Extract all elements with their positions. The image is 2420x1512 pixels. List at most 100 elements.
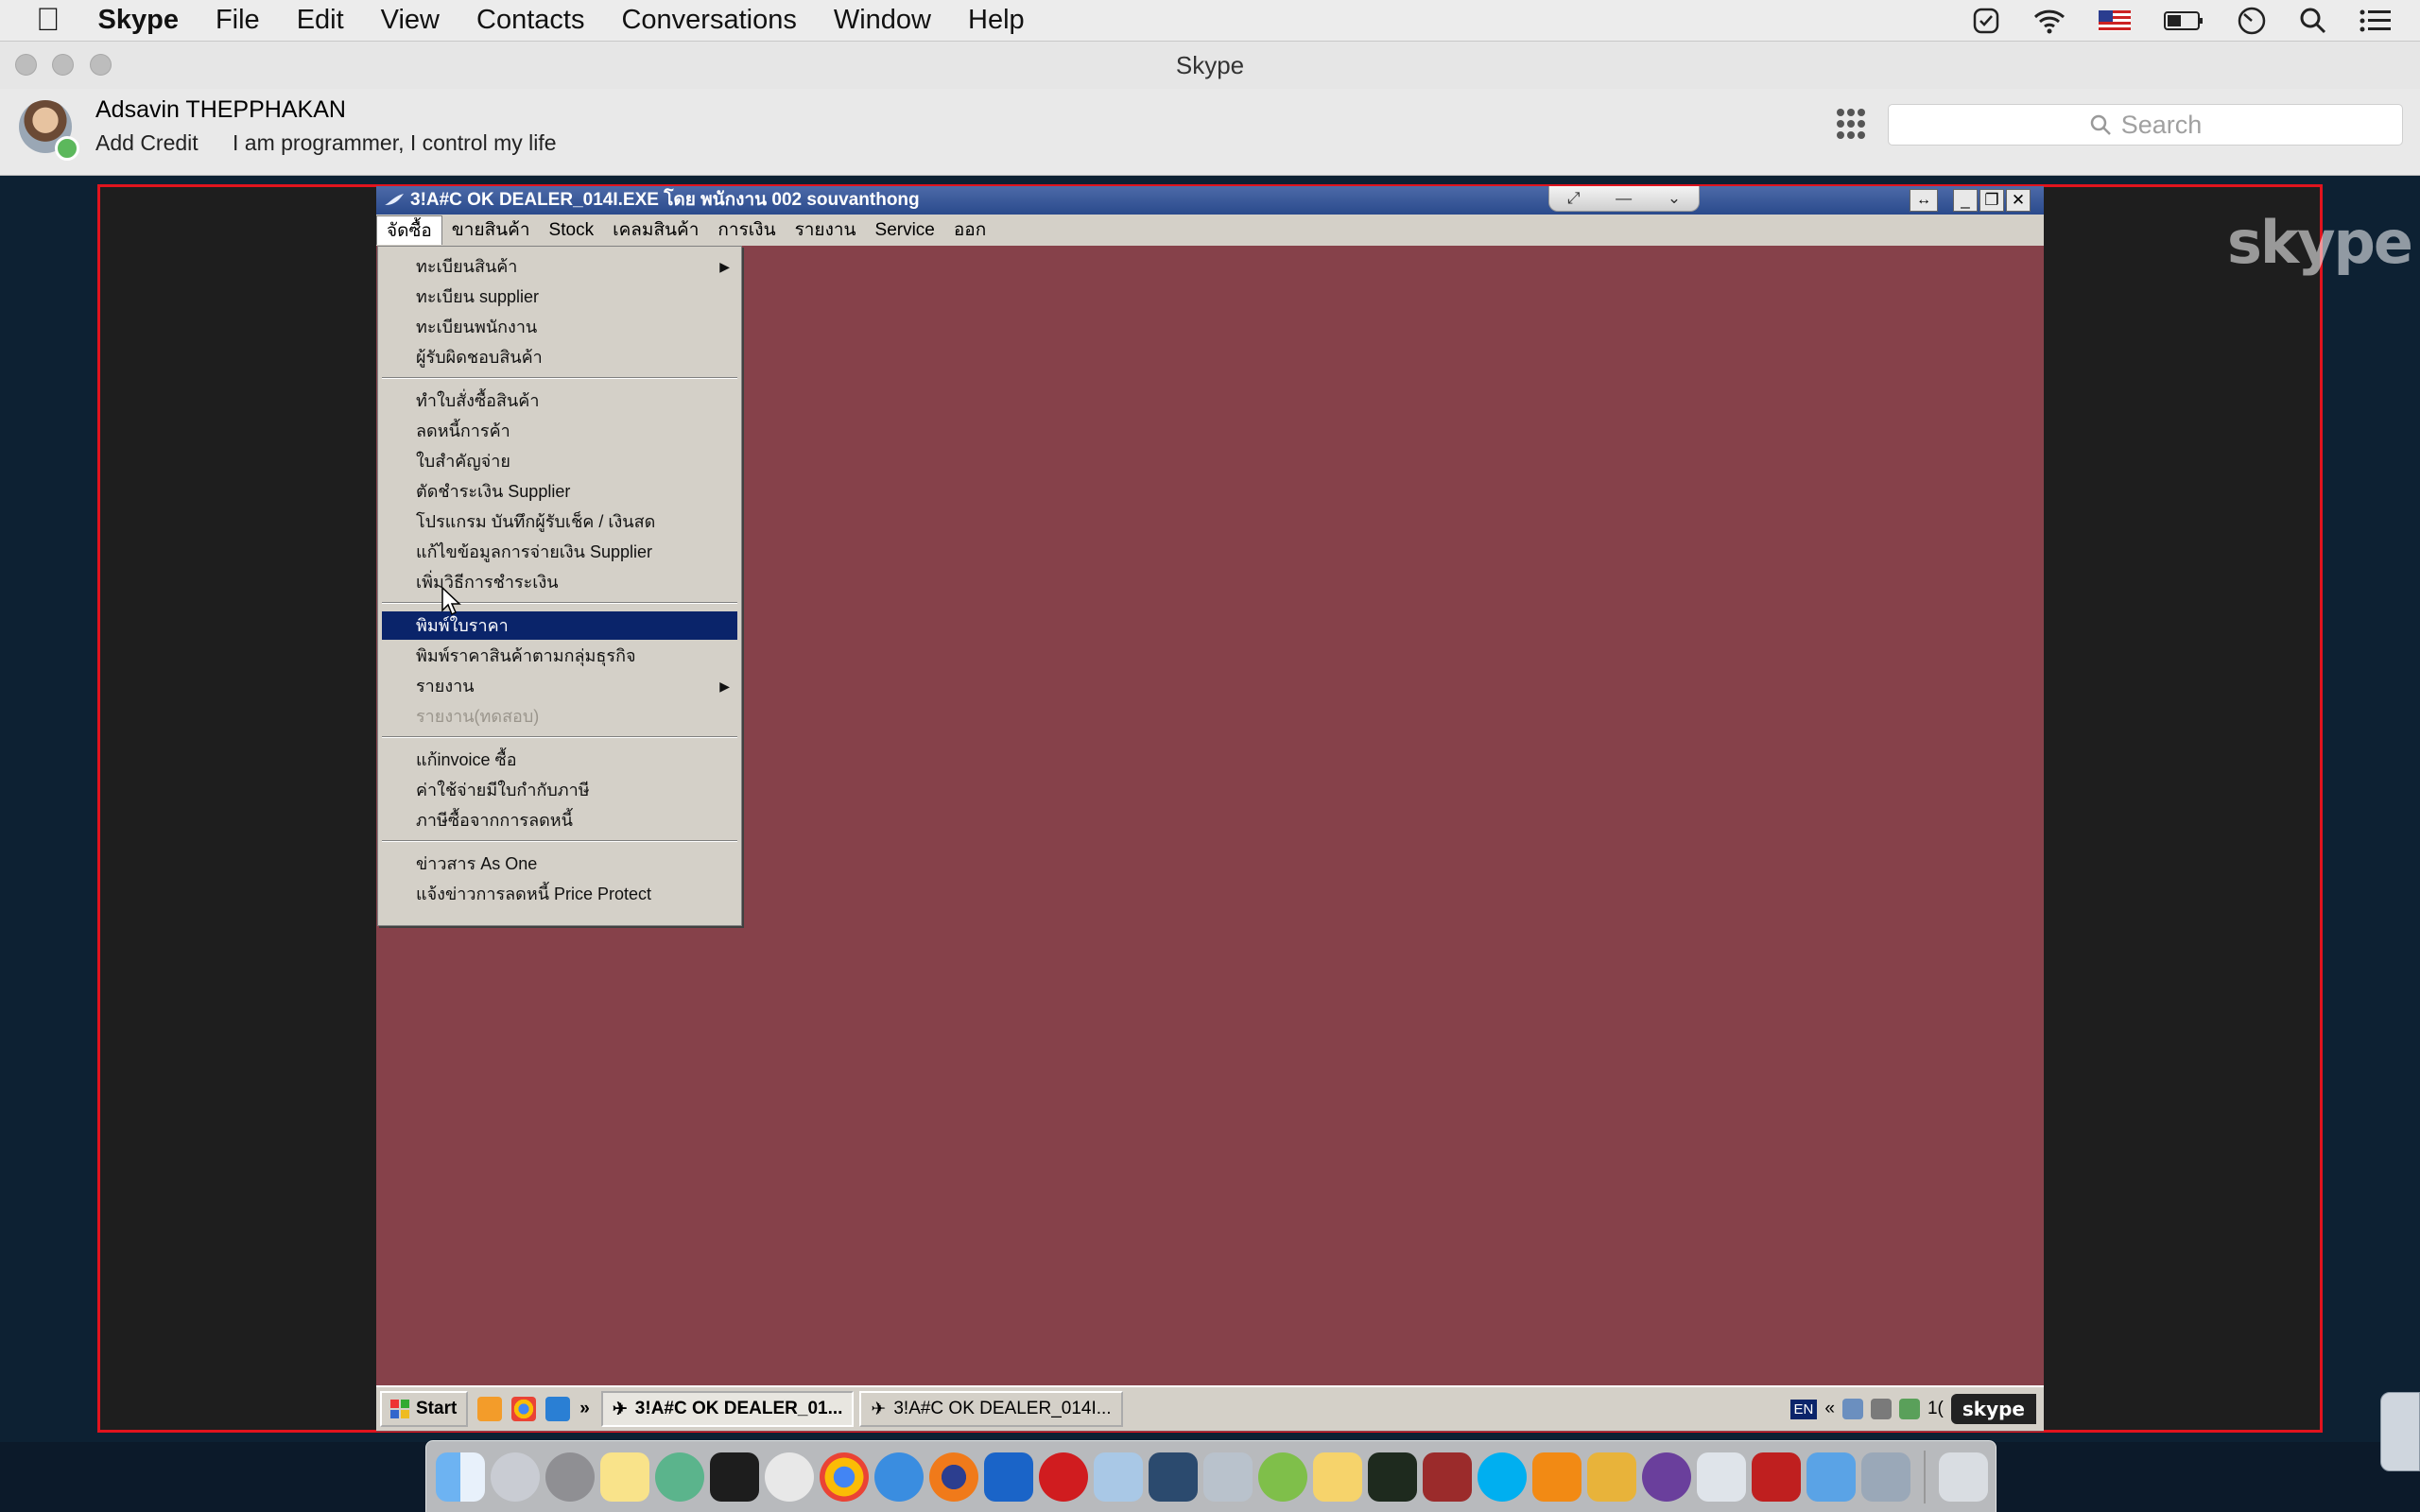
remote-menu-finance[interactable]: การเงิน bbox=[708, 215, 785, 245]
menu-item-edit-supplier-payment[interactable]: แก้ไขข้อมูลการจ่ายเงิน Supplier bbox=[382, 538, 737, 566]
menu-item-check-cash-program[interactable]: โปรแกรม บันทึกผู้รับเช็ค / เงินสด bbox=[382, 507, 737, 536]
clock-icon[interactable] bbox=[2237, 6, 2267, 36]
menu-item-supplier-payment[interactable]: ตัดชำระเงิน Supplier bbox=[382, 477, 737, 506]
tray-device-icon[interactable] bbox=[1870, 1399, 1892, 1419]
quicklaunch-chrome-icon[interactable] bbox=[511, 1397, 537, 1421]
remote-menu-claim[interactable]: เคลมสินค้า bbox=[603, 215, 708, 245]
tray-app-icon[interactable] bbox=[1898, 1399, 1920, 1419]
fullscreen-icon[interactable]: ⤢ bbox=[1567, 189, 1581, 208]
sublime-icon[interactable] bbox=[1587, 1452, 1636, 1502]
remote-close-button[interactable]: ✕ bbox=[2006, 189, 2031, 212]
spotlight-search-icon[interactable] bbox=[2299, 7, 2327, 35]
stickies-icon[interactable] bbox=[1313, 1452, 1362, 1502]
menu-item-edit-purchase-invoice[interactable]: แก้invoice ซื้อ bbox=[382, 746, 737, 774]
remote-restore-button[interactable]: ❐ bbox=[1979, 189, 2004, 212]
menu-item-trade-credit[interactable]: ลดหนี้การค้า bbox=[382, 417, 737, 445]
finder-icon[interactable] bbox=[436, 1452, 485, 1502]
atom-icon[interactable] bbox=[655, 1452, 704, 1502]
chrome-icon[interactable] bbox=[820, 1452, 869, 1502]
tray-network-icon[interactable] bbox=[1841, 1399, 1863, 1419]
vlc-icon[interactable] bbox=[1532, 1452, 1582, 1502]
quicklaunch-more-icon[interactable]: » bbox=[579, 1399, 590, 1419]
menu-item-print-price-by-group[interactable]: พิมพ์ราคาสินค้าตามกลุ่มธุรกิจ bbox=[382, 642, 737, 670]
firefox-icon[interactable] bbox=[929, 1452, 978, 1502]
menu-item-price-protect[interactable]: แจ้งข่าวการลดหนี้ Price Protect bbox=[382, 880, 737, 908]
dictionary-icon[interactable] bbox=[1423, 1452, 1472, 1502]
launchpad-icon[interactable] bbox=[491, 1452, 540, 1502]
mysql-workbench-icon[interactable] bbox=[1149, 1452, 1198, 1502]
add-credit-link[interactable]: Add Credit bbox=[95, 130, 199, 156]
xcode-icon[interactable] bbox=[1806, 1452, 1856, 1502]
quicklaunch-ie-icon[interactable] bbox=[545, 1397, 571, 1421]
trash-icon[interactable] bbox=[1939, 1452, 1988, 1502]
menu-item-add-payment-method[interactable]: เพิ่มวิธีการชำระเงิน bbox=[382, 568, 737, 596]
notification-center-icon[interactable] bbox=[2360, 9, 2392, 33]
resize-horizontal-button[interactable]: ↔ bbox=[1910, 189, 1938, 212]
remote-menu-exit[interactable]: ออก bbox=[944, 215, 995, 245]
search-input[interactable]: Search bbox=[1888, 104, 2403, 146]
notes-icon[interactable] bbox=[600, 1452, 649, 1502]
menu-file[interactable]: File bbox=[216, 5, 260, 36]
mood-message[interactable]: I am programmer, I control my life bbox=[233, 130, 557, 156]
filezilla-icon[interactable] bbox=[1752, 1452, 1801, 1502]
opera-icon[interactable] bbox=[1039, 1452, 1088, 1502]
window-minimize-button[interactable] bbox=[52, 54, 74, 76]
teamviewer-icon[interactable] bbox=[984, 1452, 1033, 1502]
sequel-pro-icon[interactable] bbox=[765, 1452, 814, 1502]
quicklaunch-app-icon[interactable] bbox=[477, 1397, 503, 1421]
remote-minimize-button[interactable]: _ bbox=[1953, 189, 1978, 212]
menu-conversations[interactable]: Conversations bbox=[621, 5, 796, 36]
menu-edit[interactable]: Edit bbox=[297, 5, 344, 36]
wifi-explorer-icon[interactable] bbox=[1697, 1452, 1746, 1502]
menu-item-product-registry[interactable]: ทะเบียนสินค้า ▶ bbox=[382, 252, 737, 281]
menu-view[interactable]: View bbox=[381, 5, 440, 36]
teamviewer-toolbar[interactable]: ⤢ — ⌄ bbox=[1548, 186, 1700, 212]
activity-monitor-icon[interactable] bbox=[1368, 1452, 1417, 1502]
menu-item-employee-registry[interactable]: ทะเบียนพนักงาน bbox=[382, 313, 737, 341]
dialpad-grid-icon[interactable] bbox=[1836, 108, 1866, 140]
remote-menu-stock[interactable]: Stock bbox=[540, 215, 604, 245]
task-check-icon[interactable] bbox=[1972, 7, 2000, 35]
remote-menu-sales[interactable]: ขายสินค้า bbox=[442, 215, 540, 245]
menu-item-purchase-tax-credit[interactable]: ภาษีซื้อจากการลดหนี้ bbox=[382, 806, 737, 834]
database-icon[interactable] bbox=[1203, 1452, 1253, 1502]
minimize-toolbar-icon[interactable]: — bbox=[1616, 189, 1632, 208]
menu-item-purchase-order[interactable]: ทำใบสั่งซื้อสินค้า bbox=[382, 387, 737, 415]
profile-name[interactable]: Adsavin THEPPHAKAN bbox=[95, 96, 346, 124]
window-close-button[interactable] bbox=[15, 54, 37, 76]
menu-item-as-one-news[interactable]: ข่าวสาร As One bbox=[382, 850, 737, 878]
window-zoom-button[interactable] bbox=[90, 54, 112, 76]
menu-help[interactable]: Help bbox=[968, 5, 1025, 36]
virtualbox-icon[interactable] bbox=[1094, 1452, 1143, 1502]
tray-expand-icon[interactable]: « bbox=[1824, 1399, 1835, 1419]
remote-menu-service[interactable]: Service bbox=[866, 215, 944, 245]
menu-item-print-price-list[interactable]: พิมพ์ใบราคา bbox=[382, 611, 737, 640]
github-icon[interactable] bbox=[1642, 1452, 1691, 1502]
apple-menu-icon[interactable]:  bbox=[36, 2, 60, 39]
remote-menu-purchase[interactable]: จัดซื้อ bbox=[376, 215, 442, 245]
remote-menu-report[interactable]: รายงาน bbox=[786, 215, 866, 245]
system-preferences-icon[interactable] bbox=[545, 1452, 595, 1502]
menu-item-supplier-registry[interactable]: ทะเบียน supplier bbox=[382, 283, 737, 311]
menu-item-payment-voucher[interactable]: ใบสำคัญจ่าย bbox=[382, 447, 737, 475]
safari-icon[interactable] bbox=[874, 1452, 924, 1502]
start-button[interactable]: Start bbox=[380, 1391, 469, 1427]
teamviewer-side-tab[interactable] bbox=[2380, 1392, 2420, 1471]
tray-clock[interactable]: 1( bbox=[1927, 1399, 1944, 1419]
battery-icon[interactable] bbox=[2163, 9, 2204, 32]
menu-window[interactable]: Window bbox=[834, 5, 931, 36]
taskbar-item-dealer-2[interactable]: ✈ 3!A#C OK DEALER_014I... bbox=[859, 1391, 1123, 1427]
language-indicator[interactable]: EN bbox=[1789, 1399, 1818, 1419]
menu-item-tax-invoice-expenses[interactable]: ค่าใช้จ่ายมีใบกำกับภาษี bbox=[382, 776, 737, 804]
skype-icon[interactable] bbox=[1478, 1452, 1527, 1502]
preview-icon[interactable] bbox=[1861, 1452, 1910, 1502]
chevron-down-icon[interactable]: ⌄ bbox=[1668, 189, 1681, 208]
menu-item-product-owner[interactable]: ผู้รับผิดชอบสินค้า bbox=[382, 343, 737, 371]
skype-tray-badge[interactable]: skype bbox=[1950, 1394, 2036, 1424]
menu-app-skype[interactable]: Skype bbox=[98, 5, 179, 36]
menu-item-reports[interactable]: รายงาน ▶ bbox=[382, 672, 737, 700]
android-studio-icon[interactable] bbox=[1258, 1452, 1307, 1502]
taskbar-item-dealer-1[interactable]: ✈ 3!A#C OK DEALER_01... bbox=[600, 1391, 855, 1427]
remote-desktop[interactable]: 3!A#C OK DEALER_014I.EXE โดย พนักงาน 002… bbox=[376, 186, 2420, 1471]
terminal-icon[interactable] bbox=[710, 1452, 759, 1502]
